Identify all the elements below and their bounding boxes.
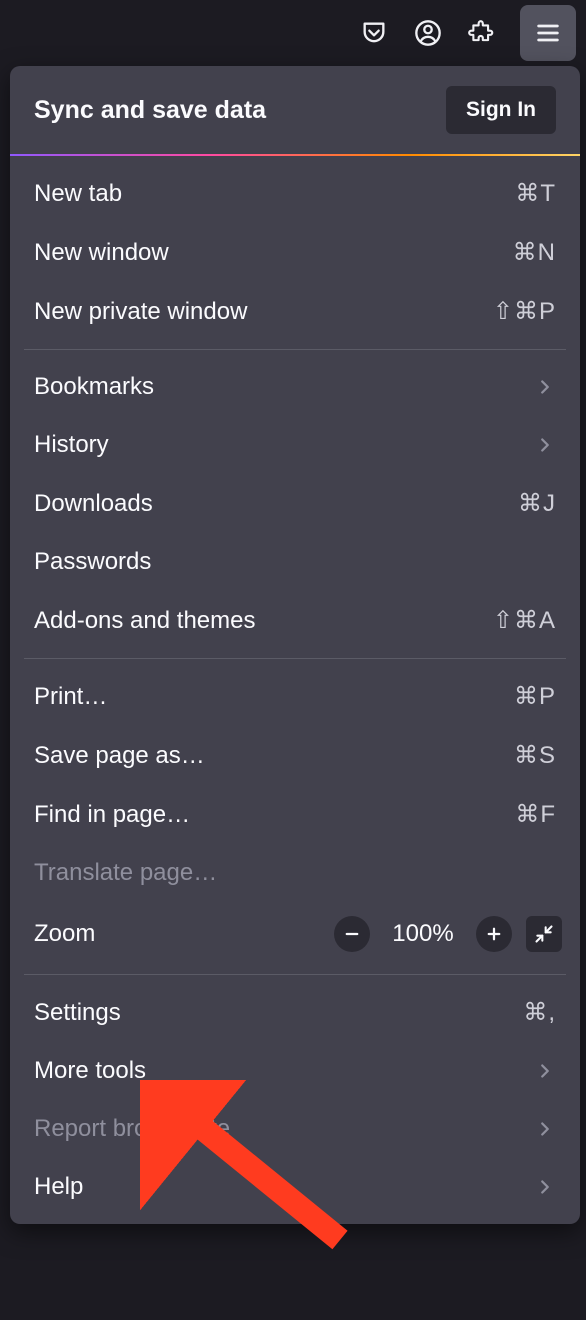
settings-item[interactable]: Settings ⌘,: [10, 983, 580, 1042]
zoom-value: 100%: [384, 920, 462, 948]
history-item[interactable]: History: [10, 416, 580, 474]
menu-section: New tab ⌘T New window ⌘N New private win…: [10, 156, 580, 349]
menu-section: Print… ⌘P Save page as… ⌘S Find in page……: [10, 659, 580, 974]
shortcut-label: ⇧⌘P: [493, 297, 556, 326]
menu-item-label: More tools: [34, 1057, 534, 1085]
menu-item-label: Save page as…: [34, 742, 514, 770]
help-item[interactable]: Help: [10, 1158, 580, 1216]
shortcut-label: ⌘J: [518, 489, 556, 518]
application-menu-button[interactable]: [520, 5, 576, 61]
shortcut-label: ⌘F: [515, 800, 556, 829]
menu-item-label: New private window: [34, 298, 493, 326]
downloads-item[interactable]: Downloads ⌘J: [10, 474, 580, 533]
sign-in-button[interactable]: Sign In: [446, 86, 556, 134]
zoom-label: Zoom: [34, 920, 320, 948]
shortcut-label: ⌘S: [514, 741, 556, 770]
menu-item-label: New window: [34, 239, 513, 267]
print-item[interactable]: Print… ⌘P: [10, 667, 580, 726]
account-icon[interactable]: [412, 17, 444, 49]
more-tools-item[interactable]: More tools: [10, 1042, 580, 1100]
menu-item-label: Find in page…: [34, 801, 515, 829]
menu-item-label: Downloads: [34, 490, 518, 518]
chevron-right-icon: [534, 1176, 556, 1198]
menu-item-label: Print…: [34, 683, 514, 711]
shortcut-label: ⇧⌘A: [493, 606, 556, 635]
sync-title: Sync and save data: [34, 96, 266, 125]
menu-item-label: Report broken site: [34, 1115, 534, 1143]
menu-header: Sync and save data Sign In: [10, 66, 580, 154]
shortcut-label: ⌘T: [515, 179, 556, 208]
translate-page-item: Translate page…: [10, 844, 580, 902]
zoom-in-button[interactable]: [476, 916, 512, 952]
new-private-window-item[interactable]: New private window ⇧⌘P: [10, 282, 580, 341]
menu-item-label: Passwords: [34, 548, 556, 576]
addons-themes-item[interactable]: Add-ons and themes ⇧⌘A: [10, 591, 580, 650]
browser-toolbar: [0, 0, 586, 66]
chevron-right-icon: [534, 1118, 556, 1140]
menu-item-label: New tab: [34, 180, 515, 208]
fullscreen-toggle-button[interactable]: [526, 916, 562, 952]
menu-item-label: Add-ons and themes: [34, 607, 493, 635]
report-broken-site-item: Report broken site: [10, 1100, 580, 1158]
application-menu-panel: Sync and save data Sign In New tab ⌘T Ne…: [10, 66, 580, 1224]
find-in-page-item[interactable]: Find in page… ⌘F: [10, 785, 580, 844]
shortcut-label: ⌘N: [513, 238, 556, 267]
menu-item-label: Bookmarks: [34, 373, 534, 401]
chevron-right-icon: [534, 434, 556, 456]
new-tab-item[interactable]: New tab ⌘T: [10, 164, 580, 223]
menu-section: Settings ⌘, More tools Report broken sit…: [10, 975, 580, 1224]
save-page-as-item[interactable]: Save page as… ⌘S: [10, 726, 580, 785]
menu-item-label: Settings: [34, 999, 523, 1027]
shortcut-label: ⌘,: [523, 998, 556, 1027]
menu-item-label: History: [34, 431, 534, 459]
pocket-icon[interactable]: [358, 17, 390, 49]
zoom-out-button[interactable]: [334, 916, 370, 952]
chevron-right-icon: [534, 1060, 556, 1082]
extensions-icon[interactable]: [466, 17, 498, 49]
new-window-item[interactable]: New window ⌘N: [10, 223, 580, 282]
zoom-row: Zoom 100%: [10, 902, 580, 966]
menu-item-label: Translate page…: [34, 859, 556, 887]
menu-item-label: Help: [34, 1173, 534, 1201]
menu-section: Bookmarks History Downloads ⌘J Passwords…: [10, 350, 580, 658]
bookmarks-item[interactable]: Bookmarks: [10, 358, 580, 416]
passwords-item[interactable]: Passwords: [10, 533, 580, 591]
chevron-right-icon: [534, 376, 556, 398]
shortcut-label: ⌘P: [514, 682, 556, 711]
